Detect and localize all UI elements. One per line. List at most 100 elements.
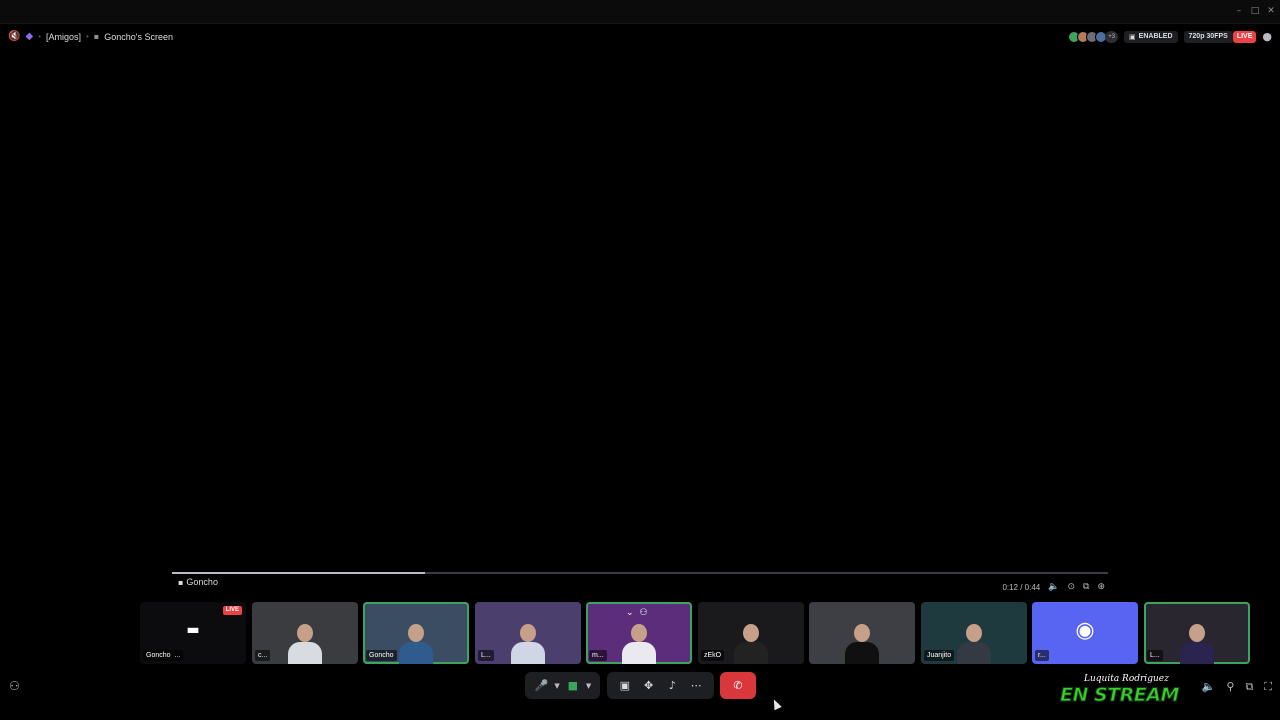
disconnect-button[interactable]: ✆ — [720, 672, 756, 699]
participant-video — [734, 620, 768, 664]
participant-head — [297, 624, 313, 642]
window-titlebar: – □ ✕ — [0, 0, 1280, 24]
participant-tile[interactable]: ▬ LIVE Goncho... — [140, 602, 246, 664]
participant-body — [734, 642, 768, 664]
audio-video-controls: 🎤 ▼ ■ ▼ — [525, 672, 600, 699]
stream-progress-bar[interactable] — [172, 572, 1108, 574]
participant-video — [845, 620, 879, 664]
chevron-down-icon[interactable]: ▼ — [584, 682, 594, 690]
participant-head — [966, 624, 982, 642]
participant-body — [957, 642, 991, 664]
participant-video — [399, 620, 433, 664]
stream-progress-fill — [172, 572, 425, 574]
pin-icon[interactable]: ⚲ — [1226, 680, 1234, 694]
watermark-text: EN STREAM — [1060, 684, 1180, 707]
stream-quality-badge: 720p 30FPS — [1183, 30, 1233, 43]
watermark-signature: Luquita Rodriguez — [1084, 674, 1169, 684]
settings-icon[interactable]: ⊙ — [1067, 582, 1075, 592]
streamer-label: ▪ Goncho — [178, 577, 218, 587]
chevron-down-icon[interactable]: ▼ — [552, 682, 562, 690]
chevron-down-icon[interactable]: ⌄ — [626, 608, 634, 618]
participant-body — [399, 642, 433, 664]
participant-name: Goncho... — [143, 650, 184, 661]
stream-watermark-logo: Luquita Rodriguez EN STREAM — [1058, 674, 1188, 708]
tile-hover-controls[interactable]: ⌄ ⚇ — [626, 608, 648, 618]
participant-body — [1180, 642, 1214, 664]
participant-body — [622, 642, 656, 664]
participant-name: L... — [478, 650, 494, 661]
chat-icon[interactable]: ● — [1262, 30, 1272, 43]
stream-status: +3 ▣ ENABLED 720p 30FPS LIVE ● — [1068, 30, 1272, 43]
participant-video — [622, 620, 656, 664]
participant-tile[interactable]: ◉ r... — [1032, 602, 1138, 664]
participant-head — [854, 624, 870, 642]
participant-tile[interactable]: c... — [252, 602, 358, 664]
fullscreen-icon[interactable]: ⛶ — [1264, 680, 1272, 694]
participant-tile[interactable]: ⌄ ⚇ m... — [586, 602, 692, 664]
participant-name-suffix: ... — [174, 652, 181, 659]
participant-tile[interactable]: Goncho — [363, 602, 469, 664]
window-controls: – □ ✕ — [1234, 6, 1276, 16]
record-icon: ▣ — [1129, 32, 1136, 41]
participant-tile[interactable]: zEkO — [698, 602, 804, 664]
more-options-icon[interactable]: ⋯ — [686, 679, 706, 692]
activities-icon[interactable]: ✥ — [639, 679, 659, 692]
participant-name: L... — [1147, 650, 1163, 661]
popout-icon[interactable]: ⧉ — [1083, 582, 1089, 592]
activity-icon[interactable]: ⚇ — [9, 679, 20, 693]
live-badge: LIVE — [1232, 30, 1257, 43]
participant-tile[interactable]: L... — [1144, 602, 1250, 664]
participant-head — [743, 624, 759, 642]
participant-name: zEkO — [701, 650, 725, 661]
viewer-avatars[interactable]: +3 — [1068, 30, 1119, 43]
participant-video — [957, 620, 991, 664]
volume-icon[interactable]: 🔈 — [1202, 680, 1216, 694]
maximize-button[interactable]: □ — [1250, 6, 1260, 16]
stream-header: 🔇 ◆ • [Amigos] • ▪ Goncho's Screen +3 ▣ … — [0, 28, 1280, 48]
activity-controls: ▣ ✥ ♪ ⋯ — [607, 672, 714, 699]
popout-icon[interactable]: ⧉ — [1245, 680, 1253, 694]
participant-name: m... — [589, 650, 607, 661]
live-badge: LIVE — [222, 606, 242, 615]
volume-icon[interactable]: 🔈 — [1048, 582, 1059, 592]
viewer-count-more: +3 — [1105, 30, 1119, 43]
participant-tile[interactable]: Juanjito — [921, 602, 1027, 664]
minimize-button[interactable]: – — [1234, 6, 1244, 16]
participant-head — [408, 624, 424, 642]
enabled-badge[interactable]: ▣ ENABLED — [1124, 30, 1178, 43]
playback-time: 0:12 / 0:44 — [1002, 582, 1041, 592]
share-screen-icon[interactable]: ▣ — [615, 679, 635, 692]
zoom-icon[interactable]: ⊕ — [1097, 582, 1105, 592]
server-name[interactable]: [Amigos] — [46, 32, 81, 42]
participant-head — [631, 624, 647, 642]
stream-title: Goncho's Screen — [104, 31, 173, 42]
screen-share-icon: ▪ — [93, 32, 100, 41]
participants-icon[interactable]: ⚇ — [640, 608, 648, 618]
streamer-name: Goncho — [186, 577, 218, 587]
microphone-icon[interactable]: 🎤 — [531, 679, 551, 692]
close-button[interactable]: ✕ — [1266, 6, 1276, 16]
participant-head — [520, 624, 536, 642]
mute-stream-icon[interactable]: 🔇 — [8, 31, 20, 42]
server-icon: ◆ — [25, 31, 34, 42]
player-controls: 0:12 / 0:44 🔈 ⊙ ⧉ ⊕ — [1002, 582, 1105, 592]
participant-tile[interactable] — [809, 602, 915, 664]
participant-body — [845, 642, 879, 664]
participant-name-text: Goncho — [146, 652, 171, 659]
discord-logo-icon: ◉ — [1075, 618, 1095, 643]
participant-name: c... — [255, 650, 271, 661]
mouse-cursor — [770, 697, 782, 711]
participant-body — [288, 642, 322, 664]
view-tools: 🔈 ⚲ ⧉ ⛶ — [1202, 680, 1272, 694]
participant-name: Juanjito — [924, 650, 955, 661]
participant-head — [1189, 624, 1205, 642]
participant-tile[interactable]: L... — [475, 602, 581, 664]
participant-name: Goncho — [366, 650, 397, 661]
camera-icon[interactable]: ■ — [563, 679, 583, 692]
participant-video — [288, 620, 322, 664]
stream-breadcrumb: 🔇 ◆ • [Amigos] • ▪ Goncho's Screen — [8, 31, 173, 42]
participant-video — [1180, 620, 1214, 664]
participant-name: r... — [1035, 650, 1049, 661]
soundboard-icon[interactable]: ♪ — [662, 679, 682, 692]
screen-share-icon: ▬ — [186, 622, 200, 638]
